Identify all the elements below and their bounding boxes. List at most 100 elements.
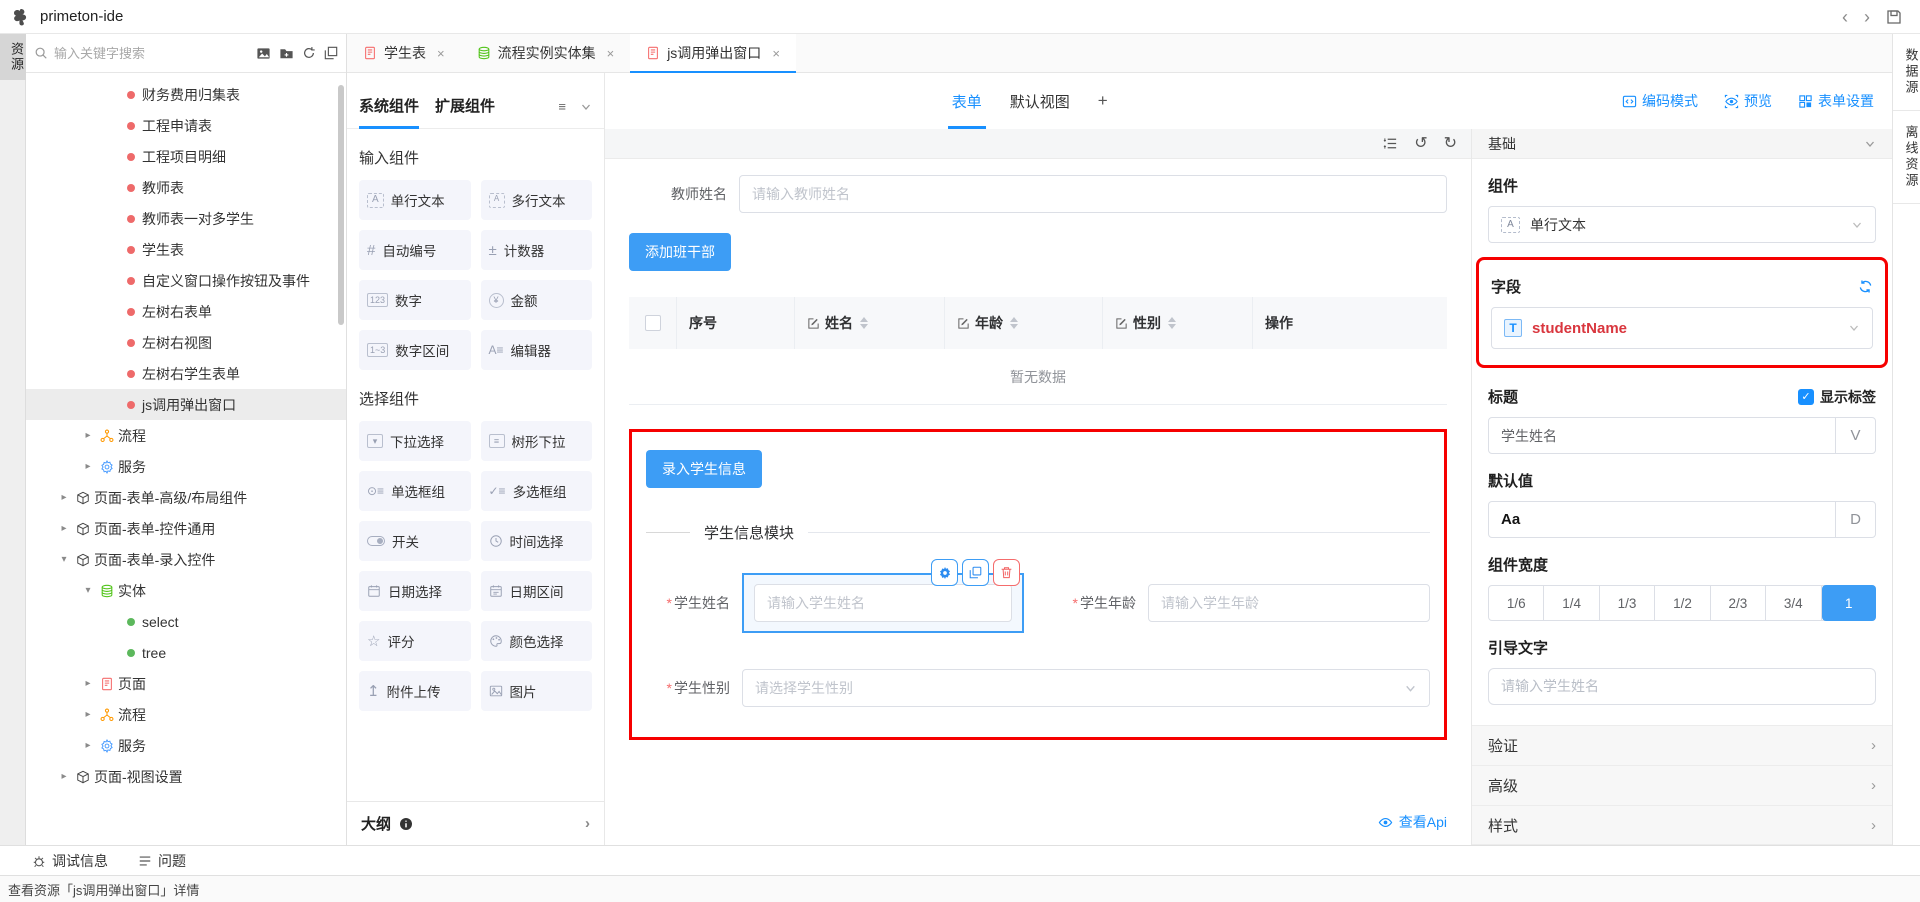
palette-item-数字区间[interactable]: 1~3数字区间: [359, 330, 471, 370]
caret-open-icon[interactable]: ▾: [80, 585, 96, 596]
tree-item[interactable]: 工程申请表: [26, 110, 346, 141]
palette-item-多行文本[interactable]: A多行文本: [481, 180, 593, 220]
component-select[interactable]: A 单行文本: [1488, 206, 1876, 243]
action-预览[interactable]: 预览: [1724, 91, 1772, 111]
width-option-1/6[interactable]: 1/6: [1489, 586, 1544, 619]
enroll-student-button[interactable]: 录入学生信息: [646, 450, 762, 488]
undo-icon[interactable]: ↺: [1414, 136, 1427, 152]
palette-item-树形下拉[interactable]: ≡树形下拉: [481, 421, 593, 461]
right-rail-tab-离线资源[interactable]: 离线资源: [1893, 111, 1920, 204]
title-variable-button[interactable]: V: [1835, 418, 1875, 453]
title-input[interactable]: 学生姓名: [1489, 418, 1835, 453]
default-value-button[interactable]: D: [1835, 502, 1875, 537]
width-option-3/4[interactable]: 3/4: [1766, 586, 1821, 619]
width-option-2/3[interactable]: 2/3: [1711, 586, 1766, 619]
width-option-1/2[interactable]: 1/2: [1655, 586, 1710, 619]
inspector-basic-header[interactable]: 基础: [1472, 129, 1892, 159]
refresh-field-icon[interactable]: [1858, 279, 1873, 294]
palette-item-编辑器[interactable]: A≡编辑器: [481, 330, 593, 370]
tree-item[interactable]: 工程项目明细: [26, 141, 346, 172]
tree-item[interactable]: 学生表: [26, 234, 346, 265]
tree-scrollbar[interactable]: [338, 85, 344, 325]
delete-icon[interactable]: [993, 559, 1020, 586]
back-icon[interactable]: ‹: [1842, 8, 1848, 26]
hamburger-icon[interactable]: ≡: [558, 99, 566, 114]
tree-item[interactable]: ▸页面-表单-控件通用: [26, 513, 346, 544]
tree-item[interactable]: 教师表一对多学生: [26, 203, 346, 234]
palette-item-日期区间[interactable]: 日期区间: [481, 571, 593, 611]
caret-closed-icon[interactable]: ▸: [56, 492, 72, 503]
palette-item-颜色选择[interactable]: 颜色选择: [481, 621, 593, 661]
palette-item-图片[interactable]: 图片: [481, 671, 593, 711]
palette-item-计数器[interactable]: ±计数器: [481, 230, 593, 270]
tree-item[interactable]: ▸页面-视图设置: [26, 761, 346, 792]
caret-closed-icon[interactable]: ▸: [80, 430, 96, 441]
close-icon[interactable]: ×: [772, 46, 780, 61]
table-column-年龄[interactable]: 年龄: [945, 297, 1103, 349]
sort-carets-icon[interactable]: [860, 317, 868, 329]
sort-carets-icon[interactable]: [1010, 317, 1018, 329]
palette-item-单选框组[interactable]: ⊙≡单选框组: [359, 471, 471, 511]
caret-open-icon[interactable]: ▾: [56, 554, 72, 565]
palette-tab-扩展组件[interactable]: 扩展组件: [435, 95, 495, 128]
forward-icon[interactable]: ›: [1864, 8, 1870, 26]
action-编码模式[interactable]: 编码模式: [1622, 91, 1698, 111]
save-icon[interactable]: [1886, 9, 1902, 25]
chevron-down-icon[interactable]: [580, 101, 592, 113]
close-icon[interactable]: ×: [607, 46, 615, 61]
view-api-link[interactable]: 查看Api: [629, 799, 1447, 845]
add-view-button[interactable]: +: [1098, 91, 1108, 111]
redo-icon[interactable]: ↻: [1444, 136, 1457, 152]
table-select-all[interactable]: [629, 297, 677, 349]
student-name-input[interactable]: 请输入学生姓名: [754, 584, 1012, 622]
footer-item-调试信息[interactable]: 调试信息: [32, 851, 108, 871]
tree-item[interactable]: ▸页面: [26, 668, 346, 699]
outline-bar[interactable]: 大纲 ›: [347, 801, 604, 845]
sort-carets-icon[interactable]: [1168, 317, 1176, 329]
caret-closed-icon[interactable]: ▸: [80, 461, 96, 472]
palette-item-金额[interactable]: ¥金额: [481, 280, 593, 320]
sort-list-icon[interactable]: [1383, 136, 1398, 151]
palette-item-开关[interactable]: 开关: [359, 521, 471, 561]
collapse-all-icon[interactable]: [324, 46, 338, 60]
palette-tab-系统组件[interactable]: 系统组件: [359, 95, 419, 128]
tree-item[interactable]: ▸服务: [26, 451, 346, 482]
tree-item[interactable]: 左树右表单: [26, 296, 346, 327]
palette-item-评分[interactable]: ☆评分: [359, 621, 471, 661]
inspector-section-样式[interactable]: 样式›: [1472, 805, 1892, 845]
caret-closed-icon[interactable]: ▸: [80, 678, 96, 689]
palette-item-时间选择[interactable]: 时间选择: [481, 521, 593, 561]
default-value-input[interactable]: Aa: [1489, 502, 1835, 537]
caret-closed-icon[interactable]: ▸: [56, 523, 72, 534]
copy-icon[interactable]: [962, 559, 989, 586]
tree-item[interactable]: 教师表: [26, 172, 346, 203]
width-option-1/4[interactable]: 1/4: [1544, 586, 1599, 619]
tree-item[interactable]: ▸服务: [26, 730, 346, 761]
tree-item[interactable]: ▸页面-表单-高级/布局组件: [26, 482, 346, 513]
view-tab-默认视图[interactable]: 默认视图: [1010, 73, 1070, 129]
file-tab-学生表[interactable]: 学生表×: [347, 34, 461, 72]
inspector-section-验证[interactable]: 验证›: [1472, 725, 1892, 765]
checkbox-icon[interactable]: [645, 315, 661, 331]
caret-closed-icon[interactable]: ▸: [56, 771, 72, 782]
add-class-monitor-button[interactable]: 添加班干部: [629, 233, 731, 271]
guide-text-input[interactable]: 请输入学生姓名: [1488, 668, 1876, 705]
student-gender-select[interactable]: 请选择学生性别: [742, 669, 1430, 707]
table-column-性别[interactable]: 性别: [1103, 297, 1253, 349]
tree-item[interactable]: ▸流程: [26, 420, 346, 451]
palette-item-单行文本[interactable]: A单行文本: [359, 180, 471, 220]
palette-item-自动编号[interactable]: #自动编号: [359, 230, 471, 270]
palette-item-多选框组[interactable]: ✓≡多选框组: [481, 471, 593, 511]
tree-item[interactable]: 左树右学生表单: [26, 358, 346, 389]
locate-file-icon[interactable]: [256, 46, 271, 61]
file-tab-js调用弹出窗口[interactable]: js调用弹出窗口×: [630, 34, 796, 72]
settings-icon[interactable]: [931, 559, 958, 586]
add-folder-icon[interactable]: [279, 46, 294, 61]
palette-item-数字[interactable]: 123数字: [359, 280, 471, 320]
tree-item[interactable]: js调用弹出窗口: [26, 389, 346, 420]
view-tab-表单[interactable]: 表单: [952, 73, 982, 129]
tree-item[interactable]: ▾页面-表单-录入控件: [26, 544, 346, 575]
table-column-姓名[interactable]: 姓名: [795, 297, 945, 349]
show-label-checkbox[interactable]: ✓ 显示标签: [1798, 387, 1876, 407]
footer-item-问题[interactable]: 问题: [138, 851, 186, 871]
